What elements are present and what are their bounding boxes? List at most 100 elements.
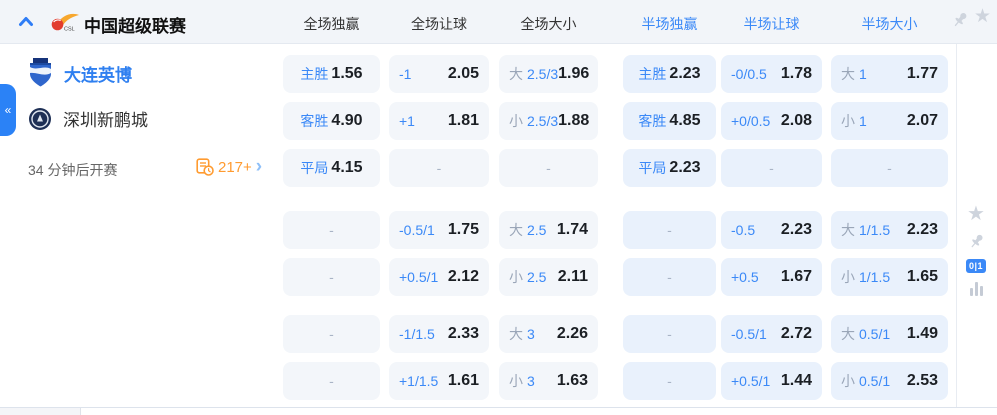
- bar-chart-icon[interactable]: [969, 282, 983, 296]
- chevron-up-icon[interactable]: [18, 15, 34, 28]
- odds-cell[interactable]: -0/0.5 1.78: [721, 55, 822, 93]
- column-header-full: 全场让球: [411, 16, 467, 32]
- odds-cell[interactable]: +0/0.5 2.08: [721, 102, 822, 140]
- odds-cell[interactable]: 大 0.5/1 1.49: [831, 315, 948, 353]
- home-team-row[interactable]: 大连英博: [28, 58, 132, 88]
- odds-value: 1.78: [780, 65, 812, 82]
- odds-line-label: 2.5: [527, 222, 547, 238]
- odds-cell[interactable]: 小 3 1.63: [499, 362, 598, 400]
- odds-cell[interactable]: 大 3 2.26: [499, 315, 598, 353]
- odds-cell[interactable]: -0.5/1 2.72: [721, 315, 822, 353]
- over-under-prefix: 小: [841, 113, 855, 129]
- odds-cell[interactable]: +0.5/1 2.12: [389, 258, 489, 296]
- league-header: CSL 中国超级联赛 ★ 全场独赢 全场让球 全场大小 半场独赢 半场让球 半场大小: [0, 0, 997, 44]
- odds-selection-label: 大3: [509, 324, 535, 344]
- odds-cell[interactable]: 主胜 1.56: [283, 55, 380, 93]
- odds-value: 1.63: [556, 372, 588, 389]
- odds-cell-empty: -: [283, 258, 380, 296]
- odds-value: 4.90: [331, 112, 363, 129]
- odds-cell[interactable]: +0.5/1 1.44: [721, 362, 822, 400]
- odds-selection-label: +1/1.5: [399, 373, 438, 389]
- odds-selection-label: -0.5: [731, 222, 755, 238]
- odds-cell[interactable]: -1 2.05: [389, 55, 489, 93]
- odds-cell[interactable]: 小 0.5/1 2.53: [831, 362, 948, 400]
- odds-selection-label: 大 2.5/3: [509, 64, 558, 84]
- over-under-prefix: 大: [509, 326, 523, 342]
- away-team-row[interactable]: 深圳新鹏城: [28, 106, 148, 131]
- odds-cell[interactable]: 主胜 2.23: [623, 55, 716, 93]
- odds-selection-label: -0.5/1: [399, 222, 435, 238]
- odds-selection-label: 大 2.5: [509, 220, 546, 240]
- odds-cell[interactable]: +0.5 1.67: [721, 258, 822, 296]
- odds-cell[interactable]: 小 2.5/3 1.88: [499, 102, 598, 140]
- column-header-full: 全场独赢: [303, 16, 360, 32]
- odds-line-label: 1/1.5: [859, 222, 891, 238]
- odds-cell[interactable]: 小 1/1.5 1.65: [831, 258, 948, 296]
- column-header-half: 半场独赢: [641, 16, 698, 32]
- odds-value: 2.05: [447, 65, 479, 82]
- odds-value: 1.81: [447, 112, 479, 129]
- odds-line-label: 平局: [300, 160, 329, 176]
- odds-line-label: 1: [859, 66, 867, 82]
- odds-cell-empty: -: [623, 315, 716, 353]
- odds-line-label: -1: [399, 66, 412, 82]
- odds-line-label: -0.5/1: [731, 326, 767, 342]
- odds-value: 2.07: [906, 112, 938, 129]
- odds-cell-empty: -: [499, 149, 598, 187]
- odds-cell[interactable]: -0.5/1 1.75: [389, 211, 489, 249]
- odds-value: 1.44: [780, 372, 812, 389]
- odds-cell-empty: -: [831, 149, 948, 187]
- odds-cell[interactable]: 大 2.5/3 1.96: [499, 55, 598, 93]
- rail-divider: [956, 44, 957, 407]
- odds-selection-label: 大 0.5/1: [841, 324, 890, 344]
- svg-text:CSL: CSL: [64, 27, 75, 33]
- odds-cell[interactable]: 客胜 4.85: [623, 102, 716, 140]
- odds-value: 1.67: [780, 268, 812, 285]
- pin-match-icon[interactable]: [968, 233, 985, 250]
- collapse-sidebar-tab[interactable]: «: [0, 84, 16, 136]
- league-title: 中国超级联赛: [84, 17, 186, 36]
- column-header-half: 半场让球: [743, 16, 800, 32]
- over-under-prefix: 小: [509, 373, 523, 389]
- score-toggle-badge[interactable]: 0|1: [965, 259, 987, 273]
- odds-cell[interactable]: 客胜 4.90: [283, 102, 380, 140]
- star-icon[interactable]: ★: [974, 7, 991, 26]
- odds-value: 2.53: [906, 372, 938, 389]
- favorite-star-icon[interactable]: ★: [967, 204, 985, 224]
- more-markets-link[interactable]: 217+ ›: [196, 157, 262, 176]
- over-under-prefix: 小: [509, 113, 523, 129]
- empty-odds-dash: -: [769, 160, 774, 176]
- odds-selection-label: 小 0.5/1: [841, 371, 890, 391]
- odds-cell[interactable]: 平局 2.23: [623, 149, 716, 187]
- odds-line-label: -1/1.5: [399, 326, 435, 342]
- markets-list-icon: [196, 158, 214, 176]
- odds-cell[interactable]: +1 1.81: [389, 102, 489, 140]
- odds-selection-label: +1: [399, 113, 415, 129]
- odds-cell[interactable]: -1/1.5 2.33: [389, 315, 489, 353]
- odds-cell-empty: -: [623, 362, 716, 400]
- odds-cell[interactable]: 小 1 2.07: [831, 102, 948, 140]
- odds-line-label: -0.5/1: [399, 222, 435, 238]
- odds-line-label: -0/0.5: [731, 66, 767, 82]
- odds-selection-label: -0/0.5: [731, 66, 767, 82]
- odds-selection-label: -0.5/1: [731, 326, 767, 342]
- odds-selection-label: 小 1/1.5: [841, 267, 890, 287]
- odds-cell[interactable]: 平局 4.15: [283, 149, 380, 187]
- odds-value: 4.15: [331, 159, 363, 176]
- odds-cell-empty: -: [283, 315, 380, 353]
- odds-value: 2.26: [556, 325, 588, 342]
- empty-odds-dash: -: [667, 326, 672, 342]
- pin-icon[interactable]: [951, 11, 969, 29]
- odds-cell[interactable]: 小 2.5 2.11: [499, 258, 598, 296]
- odds-cell[interactable]: 大 1/1.5 2.23: [831, 211, 948, 249]
- odds-widget: CSL 中国超级联赛 ★ 全场独赢 全场让球 全场大小 半场独赢 半场让球 半场大小 « …: [0, 0, 997, 415]
- over-under-prefix: 小: [841, 373, 855, 389]
- odds-selection-label: 平局: [638, 158, 666, 178]
- odds-cell[interactable]: 大 2.5 1.74: [499, 211, 598, 249]
- home-team-crest-icon: [28, 58, 53, 88]
- odds-selection-label: -1: [399, 66, 411, 82]
- odds-selection-label: 小3: [509, 371, 535, 391]
- odds-cell[interactable]: 大 1 1.77: [831, 55, 948, 93]
- odds-cell[interactable]: -0.5 2.23: [721, 211, 822, 249]
- odds-cell[interactable]: +1/1.5 1.61: [389, 362, 489, 400]
